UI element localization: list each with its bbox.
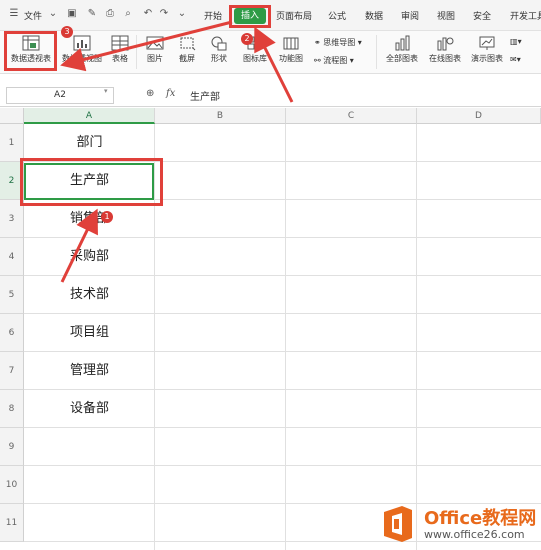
watermark-url: www.office26.com xyxy=(424,528,525,541)
name-box[interactable]: A2 xyxy=(6,87,114,104)
gridline xyxy=(24,465,541,466)
column-header-a[interactable]: A xyxy=(24,108,155,124)
chevron-down-icon[interactable]: ⌄ xyxy=(47,8,59,20)
shapes-button[interactable]: 形状 xyxy=(206,35,232,64)
cell-a5[interactable]: 技术部 xyxy=(25,276,154,313)
cell-a1[interactable]: 部门 xyxy=(25,124,154,161)
row-header[interactable]: 11 xyxy=(0,504,24,542)
shapes-icon xyxy=(211,36,227,51)
row-header[interactable]: 7 xyxy=(0,352,24,390)
formula-bar: A2 ▾ ⊕ fx 生产部 xyxy=(0,84,541,107)
zoom-icon[interactable]: ⊕ xyxy=(146,88,154,99)
picture-icon xyxy=(146,36,164,50)
step-badge-2: 2 xyxy=(241,33,253,45)
select-all-corner[interactable] xyxy=(0,108,24,124)
function-chart-button[interactable]: 功能图 xyxy=(276,35,306,64)
file-menu[interactable]: 文件 xyxy=(24,9,42,22)
demo-charts-button[interactable]: 演示图表 xyxy=(468,35,506,64)
online-charts-label: 在线图表 xyxy=(429,54,461,63)
chevron-down-icon[interactable]: ▾ xyxy=(104,87,108,95)
ribbon-divider xyxy=(136,35,137,69)
row-header[interactable]: 9 xyxy=(0,428,24,466)
tab-developer[interactable]: 开发工具 xyxy=(510,9,541,22)
gridline xyxy=(24,427,541,428)
tab-formulas[interactable]: 公式 xyxy=(328,9,346,22)
screenshot-icon xyxy=(180,37,196,51)
pivot-chart-label: 数据透视图 xyxy=(62,54,102,63)
mindmap-button[interactable]: ⚭ 思维导图 ▾ xyxy=(314,37,362,48)
row-header[interactable]: 5 xyxy=(0,276,24,314)
formula-input[interactable]: 生产部 xyxy=(190,88,220,103)
column-header-c[interactable]: C xyxy=(286,108,417,124)
step-badge-1: 1 xyxy=(101,211,113,223)
table-label: 表格 xyxy=(112,54,128,63)
function-chart-label: 功能图 xyxy=(279,54,303,63)
format-painter-icon[interactable]: ✎ xyxy=(86,8,98,20)
all-charts-icon xyxy=(395,35,410,51)
pivot-chart-button[interactable]: 数据透视图 xyxy=(60,35,104,64)
demo-charts-icon xyxy=(479,36,495,50)
office-logo-icon xyxy=(384,506,412,542)
highlight-pivot-table xyxy=(4,31,57,71)
save-icon[interactable]: ▣ xyxy=(66,8,78,20)
gridline xyxy=(416,124,417,550)
redo-icon[interactable]: ↷ xyxy=(158,8,170,20)
customize-icon[interactable]: ⌄ xyxy=(176,8,188,20)
tab-security[interactable]: 安全 xyxy=(473,9,491,22)
row-header[interactable]: 8 xyxy=(0,390,24,428)
cell-a7[interactable]: 管理部 xyxy=(25,352,154,389)
demo-charts-label: 演示图表 xyxy=(471,54,503,63)
cell-a6[interactable]: 项目组 xyxy=(25,314,154,351)
row-header[interactable]: 1 xyxy=(0,124,24,162)
all-charts-label: 全部图表 xyxy=(386,54,418,63)
envelope-icon: ✉ xyxy=(510,55,517,64)
screenshot-label: 截屏 xyxy=(179,54,195,63)
tab-view[interactable]: 视图 xyxy=(437,9,455,22)
icon-library-label: 图标库 xyxy=(243,54,267,63)
undo-icon[interactable]: ↶ xyxy=(142,8,154,20)
all-charts-button[interactable]: 全部图表 xyxy=(382,35,422,64)
row-header[interactable]: 6 xyxy=(0,314,24,352)
watermark: Office教程网 www.office26.com xyxy=(376,498,541,550)
picture-label: 图片 xyxy=(147,54,163,63)
ribbon-divider xyxy=(376,35,377,69)
bar-chart-dropdown[interactable]: ▥▾ xyxy=(510,37,522,46)
highlight-cell-a2 xyxy=(20,158,163,206)
online-charts-button[interactable]: 在线图表 xyxy=(426,35,464,64)
function-chart-icon xyxy=(283,37,299,50)
ribbon: 数据透视表 数据透视图 表格 图片 截屏 形状 图标库 功能图 ⚭ 思维导图 ▾… xyxy=(0,31,541,74)
tab-data[interactable]: 数据 xyxy=(365,9,383,22)
print-preview-icon[interactable]: ⌕ xyxy=(122,8,134,20)
step-badge-3: 3 xyxy=(61,26,73,38)
flowchart-label: 流程图 xyxy=(323,56,348,65)
row-header[interactable]: 4 xyxy=(0,238,24,276)
cell-a4[interactable]: 采购部 xyxy=(25,238,154,275)
table-icon xyxy=(111,35,129,51)
online-charts-icon xyxy=(437,37,454,51)
highlight-insert-tab xyxy=(229,5,271,28)
row-header[interactable]: 10 xyxy=(0,466,24,504)
gridline xyxy=(285,124,286,550)
pivot-chart-icon xyxy=(73,35,91,51)
bar-chart-icon: ▥ xyxy=(510,37,518,46)
mindmap-label: 思维导图 xyxy=(323,38,356,47)
column-header-b[interactable]: B xyxy=(155,108,286,124)
flowchart-icon: ⚯ xyxy=(314,56,321,65)
envelope-dropdown[interactable]: ✉▾ xyxy=(510,55,521,64)
shapes-label: 形状 xyxy=(211,54,227,63)
tab-review[interactable]: 审阅 xyxy=(401,9,419,22)
mindmap-icon: ⚭ xyxy=(314,38,321,47)
flowchart-button[interactable]: ⚯ 流程图 ▾ xyxy=(314,55,354,66)
table-button[interactable]: 表格 xyxy=(109,35,131,64)
print-icon[interactable]: ⎙ xyxy=(104,8,116,20)
cell-a8[interactable]: 设备部 xyxy=(25,390,154,427)
picture-button[interactable]: 图片 xyxy=(142,35,168,64)
menu-icon[interactable]: ☰ xyxy=(8,8,20,20)
tab-page-layout[interactable]: 页面布局 xyxy=(276,9,312,22)
column-header-d[interactable]: D xyxy=(417,108,541,124)
fx-icon[interactable]: fx xyxy=(166,88,175,99)
screenshot-button[interactable]: 截屏 xyxy=(174,35,200,64)
tab-home[interactable]: 开始 xyxy=(204,9,222,22)
watermark-brand: Office教程网 xyxy=(424,508,537,529)
